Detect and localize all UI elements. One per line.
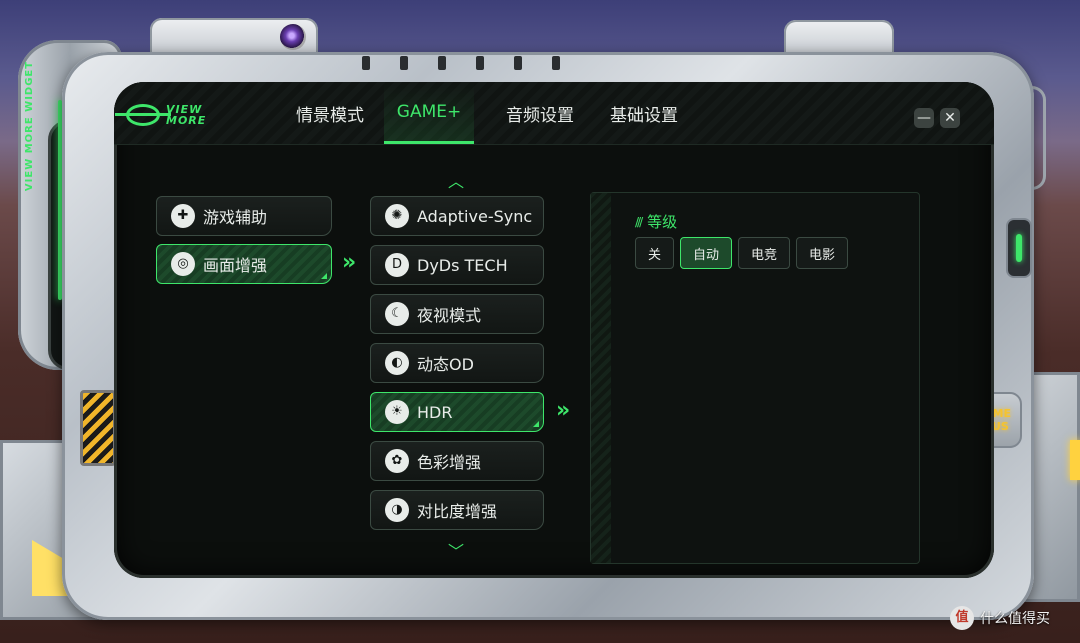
level-option-esports[interactable]: 电竞 (738, 237, 791, 269)
chevron-right-icon: » (342, 250, 356, 275)
menu-item-dyds-tech[interactable]: D DyDs TECH (370, 245, 544, 285)
menu-item-label: 画面增强 (203, 256, 268, 275)
menu-item-color-enhance[interactable]: ✿ 色彩增强 (370, 441, 544, 481)
divider (114, 144, 994, 145)
minimize-button[interactable]: — (914, 108, 934, 128)
detail-panel: /// 等级 关 自动 电竞 电影 (590, 192, 920, 564)
hazard-stripes (80, 390, 116, 466)
right-side-tab (1006, 218, 1032, 278)
scroll-up-button[interactable]: ︿ (441, 168, 471, 192)
logo: VIEW MORE (115, 103, 207, 127)
level-option-auto[interactable]: 自动 (680, 237, 733, 269)
vent (476, 56, 484, 70)
level-option-movie[interactable]: 电影 (796, 237, 849, 269)
menu-item-label: Adaptive-Sync (417, 206, 533, 226)
logo-icon (115, 104, 171, 126)
hdr-icon: ☀ (385, 400, 409, 424)
tab-label: 音频设置 (506, 105, 574, 126)
header-bar: VIEW MORE 情景模式 GAME+ 音频设置 基础设置 — ✕ (114, 82, 994, 144)
watermark: 值 什么值得买 (950, 606, 1050, 630)
vent (514, 56, 522, 70)
level-title: /// 等级 (635, 211, 677, 232)
menu-item-contrast-enhance[interactable]: ◑ 对比度增强 (370, 490, 544, 530)
menu-item-display-enhance[interactable]: ◎ 画面增强 (156, 244, 332, 284)
menu-item-game-assist[interactable]: ✚ 游戏辅助 (156, 196, 332, 236)
status-light (1016, 234, 1022, 262)
menu-item-adaptive-sync[interactable]: ✺ Adaptive-Sync (370, 196, 544, 236)
chevron-right-icon: » (556, 398, 570, 423)
menu-item-label: 色彩增强 (417, 453, 482, 472)
tab-label: 情景模式 (296, 105, 364, 126)
menu-item-hdr[interactable]: ☀ HDR (370, 392, 544, 432)
menu-item-label: DyDs TECH (417, 255, 508, 275)
close-button[interactable]: ✕ (940, 108, 960, 128)
tab-label: GAME+ (396, 101, 462, 122)
vent (400, 56, 408, 70)
level-options: 关 自动 电竞 电影 (635, 237, 849, 269)
sync-icon: ✺ (385, 204, 409, 228)
menu-item-label: 游戏辅助 (203, 208, 268, 227)
menu-item-label: HDR (417, 402, 453, 422)
dyds-icon: D (385, 253, 409, 277)
menu-item-night-vision[interactable]: ☾ 夜视模式 (370, 294, 544, 334)
contrast-icon: ◑ (385, 498, 409, 522)
menu-item-label: 动态OD (417, 355, 474, 374)
watermark-text: 什么值得买 (980, 611, 1050, 627)
display-enhance-icon: ◎ (171, 252, 195, 276)
vent (362, 56, 370, 70)
menu-item-label: 夜视模式 (417, 306, 482, 325)
vent (552, 56, 560, 70)
menu-item-dynamic-od[interactable]: ◐ 动态OD (370, 343, 544, 383)
scroll-down-button[interactable]: ﹀ (441, 538, 471, 562)
night-vision-icon: ☾ (385, 302, 409, 326)
vent (438, 56, 446, 70)
detail-panel-strip (591, 193, 611, 563)
watermark-logo-icon: 值 (950, 606, 974, 630)
tab-basic-settings[interactable]: 基础设置 (596, 82, 692, 144)
tab-scene-mode[interactable]: 情景模式 (282, 82, 378, 144)
level-title-text: 等级 (647, 213, 678, 231)
yellow-light-right (1070, 440, 1080, 480)
tab-audio-settings[interactable]: 音频设置 (492, 82, 588, 144)
gamepad-icon: ✚ (171, 204, 195, 228)
color-palette-icon: ✿ (385, 449, 409, 473)
logo-text: VIEW MORE (166, 103, 207, 127)
app-window: VIEW MORE 情景模式 GAME+ 音频设置 基础设置 — ✕ ✚ 游戏辅… (114, 82, 994, 578)
tab-game-plus[interactable]: GAME+ (384, 82, 474, 144)
dynamic-od-icon: ◐ (385, 351, 409, 375)
level-option-off[interactable]: 关 (635, 237, 675, 269)
camera-icon (280, 24, 306, 50)
title-mark-icon: /// (635, 214, 643, 229)
side-widget-label: VIEW MORE WIDGET (24, 60, 35, 192)
menu-item-label: 对比度增强 (417, 502, 498, 521)
tab-label: 基础设置 (610, 105, 678, 126)
